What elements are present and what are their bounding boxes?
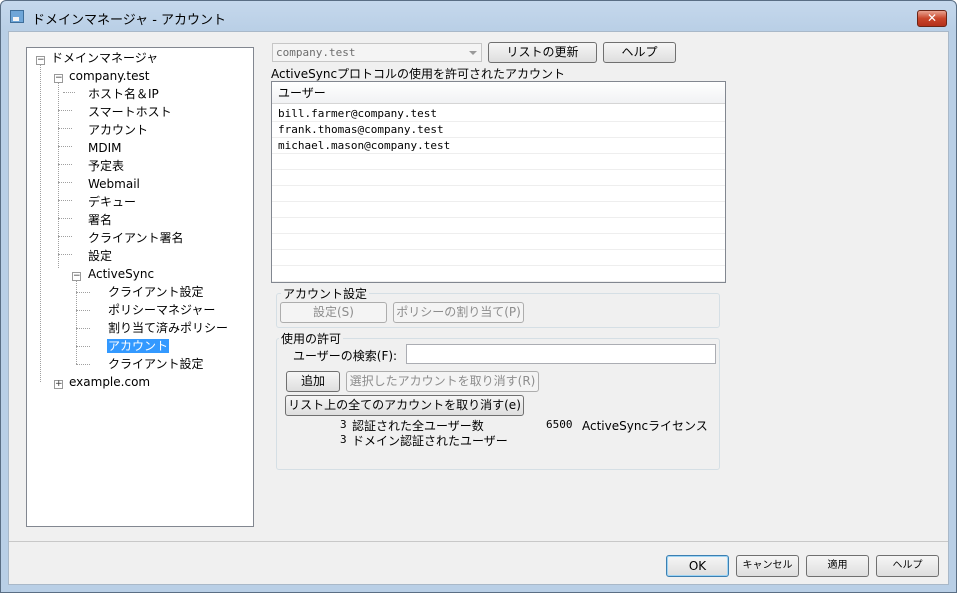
- tree-item-mdim[interactable]: MDIM: [88, 140, 122, 156]
- license-count: 6500: [546, 418, 573, 431]
- domain-select-value: company.test: [276, 46, 356, 59]
- tree-item-webmail[interactable]: Webmail: [88, 176, 140, 192]
- tree-line: [76, 364, 90, 365]
- tree-item-as-client-settings-2[interactable]: クライアント設定: [108, 356, 204, 372]
- accounts-heading: ActiveSyncプロトコルの使用を許可されたアカウント: [271, 67, 566, 81]
- revoke-selected-button[interactable]: 選択したアカウントを取り消す(R): [346, 371, 539, 392]
- ok-button[interactable]: OK: [666, 555, 729, 577]
- tree-item-client-signature[interactable]: クライアント署名: [88, 230, 184, 246]
- tree-line: [58, 236, 72, 237]
- empty-row: [272, 218, 725, 234]
- cancel-button[interactable]: キャンセル: [736, 555, 799, 577]
- tree-item-accounts[interactable]: アカウント: [88, 122, 148, 138]
- domain-tree[interactable]: − ドメインマネージャ − company.test ホスト名＆IP スマートホ…: [26, 47, 254, 527]
- empty-row: [272, 234, 725, 250]
- column-header-user[interactable]: ユーザー: [272, 82, 725, 104]
- tree-domain-company[interactable]: company.test: [69, 68, 149, 84]
- tree-line: [76, 328, 90, 329]
- app-icon: [10, 10, 24, 23]
- empty-row: [272, 250, 725, 266]
- assign-policy-button[interactable]: ポリシーの割り当て(P): [393, 302, 524, 323]
- tree-item-as-client-settings[interactable]: クライアント設定: [108, 284, 204, 300]
- domain-users-count: 3: [340, 433, 347, 446]
- tree-line: [76, 346, 90, 347]
- tree-item-dequeue[interactable]: デキュー: [88, 194, 136, 210]
- tree-line: [63, 92, 75, 93]
- license-label: ActiveSyncライセンス: [582, 419, 708, 433]
- empty-row: [272, 202, 725, 218]
- account-list[interactable]: ユーザー bill.farmer@company.test frank.thom…: [271, 81, 726, 283]
- empty-row: [272, 154, 725, 170]
- tree-item-calendar[interactable]: 予定表: [88, 158, 124, 174]
- tree-line: [58, 182, 72, 183]
- settings-button[interactable]: 設定(S): [280, 302, 387, 323]
- dialog-window: ドメインマネージャ - アカウント ✕ − ドメインマネージャ − compan…: [0, 0, 957, 593]
- title-bar[interactable]: ドメインマネージャ - アカウント ✕: [1, 1, 956, 31]
- tree-item-as-accounts[interactable]: アカウント: [107, 338, 170, 354]
- tree-item-settings[interactable]: 設定: [88, 248, 112, 264]
- permission-group-label: 使用の許可: [279, 330, 344, 347]
- apply-button[interactable]: 適用: [806, 555, 869, 577]
- empty-row: [272, 186, 725, 202]
- tree-line: [58, 164, 72, 165]
- search-label: ユーザーの検索(F):: [293, 349, 398, 363]
- tree-line: [58, 128, 72, 129]
- add-button[interactable]: 追加: [286, 371, 340, 392]
- search-input[interactable]: [406, 344, 716, 364]
- tree-collapse-icon[interactable]: −: [36, 56, 45, 65]
- tree-line: [58, 254, 72, 255]
- window-title: ドメインマネージャ - アカウント: [32, 13, 227, 28]
- tree-item-activesync[interactable]: ActiveSync: [88, 266, 154, 282]
- list-item[interactable]: michael.mason@company.test: [272, 138, 725, 154]
- tree-line: [58, 146, 72, 147]
- tree-line: [58, 218, 72, 219]
- domain-users-label: ドメイン認証されたユーザー: [352, 434, 508, 448]
- tree-line: [76, 292, 90, 293]
- dropdown-arrow-icon: [469, 51, 477, 55]
- list-item[interactable]: bill.farmer@company.test: [272, 106, 725, 122]
- help-button[interactable]: ヘルプ: [876, 555, 939, 577]
- tree-item-hostname-ip[interactable]: ホスト名＆IP: [88, 86, 159, 102]
- dialog-footer: OK キャンセル 適用 ヘルプ: [9, 542, 948, 584]
- tree-expand-icon[interactable]: +: [54, 380, 63, 389]
- revoke-all-button[interactable]: リスト上の全てのアカウントを取り消す(e): [285, 395, 524, 416]
- tree-item-as-assigned-policies[interactable]: 割り当て済みポリシー: [108, 320, 228, 336]
- total-users-count: 3: [340, 418, 347, 431]
- refresh-list-button[interactable]: リストの更新: [488, 42, 597, 63]
- tree-domain-example[interactable]: example.com: [69, 374, 150, 390]
- tree-line: [40, 62, 41, 382]
- list-item[interactable]: frank.thomas@company.test: [272, 122, 725, 138]
- tree-line: [58, 110, 72, 111]
- tree-item-as-policy-manager[interactable]: ポリシーマネジャー: [108, 302, 215, 318]
- account-settings-group-label: アカウント設定: [281, 285, 370, 302]
- tree-item-smarthost[interactable]: スマートホスト: [88, 104, 172, 120]
- empty-row: [272, 170, 725, 186]
- close-button[interactable]: ✕: [917, 10, 947, 27]
- tree-collapse-icon[interactable]: −: [72, 272, 81, 281]
- domain-select[interactable]: company.test: [272, 43, 482, 62]
- empty-row: [272, 266, 725, 282]
- client-area: − ドメインマネージャ − company.test ホスト名＆IP スマートホ…: [8, 31, 949, 585]
- tree-collapse-icon[interactable]: −: [54, 74, 63, 83]
- tree-line: [76, 310, 90, 311]
- tree-line: [58, 80, 59, 268]
- tree-line: [58, 200, 72, 201]
- tree-item-signature[interactable]: 署名: [88, 212, 112, 228]
- help-top-button[interactable]: ヘルプ: [603, 42, 676, 63]
- tree-root[interactable]: ドメインマネージャ: [51, 50, 158, 66]
